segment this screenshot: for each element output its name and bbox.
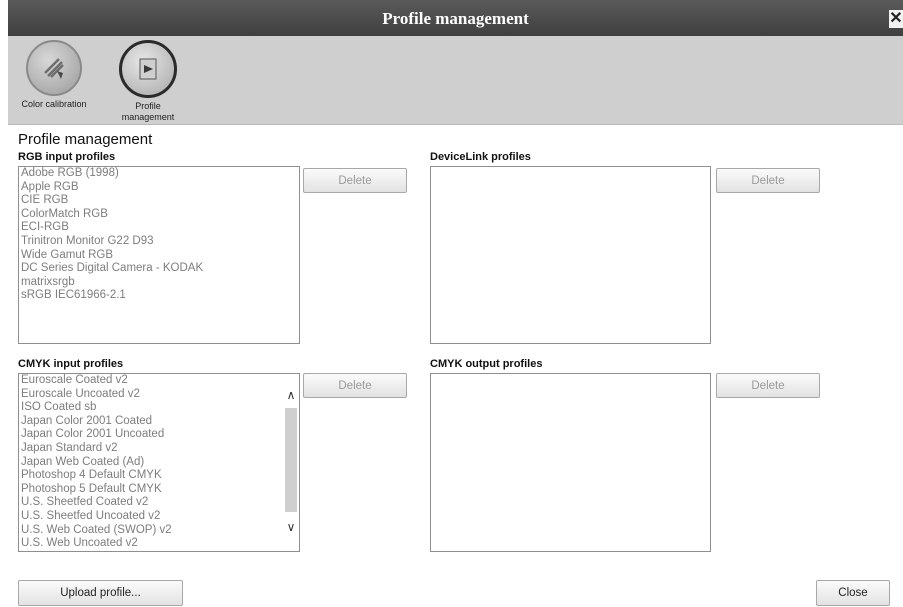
upload-profile-button[interactable]: Upload profile... xyxy=(18,580,183,606)
section-title: Profile management xyxy=(18,131,153,148)
profile-management-window: Profile management ✕ Color calibration P… xyxy=(0,0,903,607)
profile-management-icon xyxy=(119,40,177,98)
tool-profile-management[interactable]: Profile management xyxy=(108,40,188,123)
list-item[interactable]: Euroscale Uncoated v2 xyxy=(19,388,283,402)
cmyk-output-label: CMYK output profiles xyxy=(430,358,543,370)
toolbar: Color calibration Profile management xyxy=(8,36,903,125)
list-item[interactable]: Japan Standard v2 xyxy=(19,442,283,456)
list-item[interactable]: U.S. Sheetfed Coated v2 xyxy=(19,496,283,510)
list-item[interactable]: Euroscale Coated v2 xyxy=(19,374,283,388)
list-item[interactable]: sRGB IEC61966-2.1 xyxy=(19,289,299,303)
list-item[interactable]: DC Series Digital Camera - KODAK xyxy=(19,262,299,276)
list-item[interactable]: ISO Coated sb xyxy=(19,401,283,415)
list-item[interactable]: U.S. Web Coated (SWOP) v2 xyxy=(19,524,283,538)
list-item[interactable]: U.S. Web Uncoated v2 xyxy=(19,537,283,551)
rgb-input-label: RGB input profiles xyxy=(18,151,116,163)
window-title: Profile management xyxy=(382,9,529,28)
scroll-up-icon[interactable]: ∧ xyxy=(283,388,299,402)
list-item[interactable]: Japan Web Coated (Ad) xyxy=(19,456,283,470)
devicelink-delete-button[interactable]: Delete xyxy=(716,168,820,193)
cmyk-input-scrollbar[interactable]: ∧ ∨ xyxy=(283,374,299,551)
scroll-down-icon[interactable]: ∨ xyxy=(283,520,299,534)
list-item[interactable]: ColorMatch RGB xyxy=(19,208,299,222)
list-item[interactable]: Apple RGB xyxy=(19,181,299,195)
devicelink-label: DeviceLink profiles xyxy=(430,151,531,163)
list-item[interactable]: U.S. Sheetfed Uncoated v2 xyxy=(19,510,283,524)
color-calibration-icon xyxy=(26,40,82,96)
cmyk-output-delete-button[interactable]: Delete xyxy=(716,373,820,398)
close-icon[interactable]: ✕ xyxy=(889,10,903,28)
list-item[interactable]: Adobe RGB (1998) xyxy=(19,167,299,181)
list-item[interactable]: Photoshop 5 Default CMYK xyxy=(19,483,283,497)
tool-label: Color calibration xyxy=(21,99,87,109)
rgb-input-list[interactable]: Adobe RGB (1998) Apple RGB CIE RGB ColorMat… xyxy=(18,166,300,344)
cmyk-input-label: CMYK input profiles xyxy=(18,358,124,370)
list-item[interactable]: Wide Gamut RGB xyxy=(19,249,299,263)
scroll-thumb[interactable] xyxy=(285,408,297,512)
list-item[interactable]: CIE RGB xyxy=(19,194,299,208)
close-button[interactable]: Close xyxy=(816,580,890,606)
cmyk-output-list[interactable] xyxy=(430,373,711,552)
cmyk-input-delete-button[interactable]: Delete xyxy=(303,373,407,398)
list-item[interactable]: matrixsrgb xyxy=(19,276,299,290)
list-item[interactable]: Photoshop 4 Default CMYK xyxy=(19,469,283,483)
list-item[interactable]: Japan Color 2001 Uncoated xyxy=(19,428,283,442)
rgb-delete-button[interactable]: Delete xyxy=(303,168,407,193)
list-item[interactable]: Trinitron Monitor G22 D93 xyxy=(19,235,299,249)
tool-color-calibration[interactable]: Color calibration xyxy=(14,40,94,110)
title-bar: Profile management ✕ xyxy=(8,0,903,36)
list-item[interactable]: ECI-RGB xyxy=(19,221,299,235)
devicelink-list[interactable] xyxy=(430,166,711,344)
tool-label: Profile management xyxy=(121,101,175,122)
cmyk-input-list[interactable]: Euroscale Coated v2 Euroscale Uncoated v2… xyxy=(18,373,300,552)
list-item[interactable]: Japan Color 2001 Coated xyxy=(19,415,283,429)
